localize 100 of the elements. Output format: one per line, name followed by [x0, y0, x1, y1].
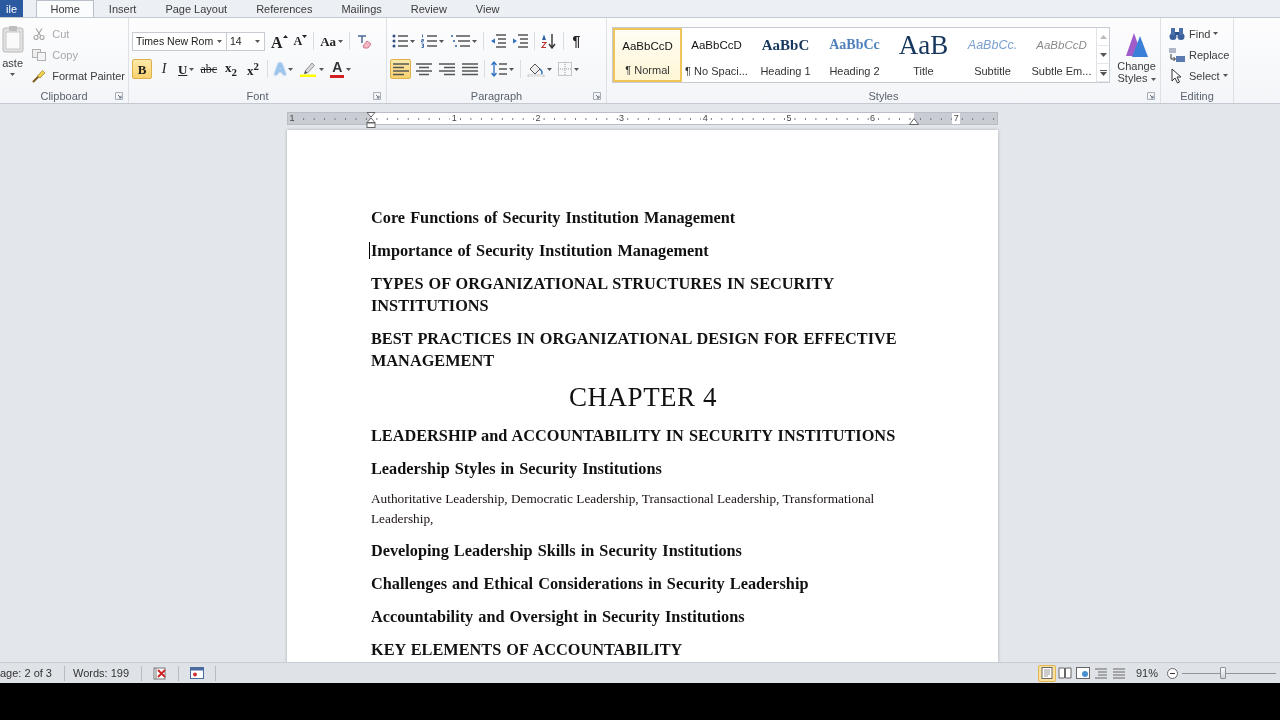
superscript-button[interactable]: x$^{2}$	[243, 59, 264, 79]
web-layout-icon	[1075, 667, 1090, 679]
increase-indent-button[interactable]	[510, 31, 530, 51]
caret-icon	[547, 67, 552, 71]
caret-icon	[288, 67, 294, 71]
ribbon-tab[interactable]: Review	[396, 0, 462, 17]
bold-button[interactable]: B	[132, 59, 152, 79]
heading-text: LEADERSHIP and ACCOUNTABILITY IN SECURITY INSTITUTIONS	[371, 425, 896, 447]
replace-icon	[1168, 47, 1185, 62]
style-option[interactable]: AaBbCcD ¶ No Spaci...	[682, 28, 751, 82]
heading-text: Core Functions of Security Institution Management	[371, 207, 736, 229]
style-option[interactable]: AaBbCcD Subtle Em...	[1027, 28, 1096, 82]
paint-bucket-icon	[527, 61, 545, 77]
dialog-launcher-icon	[1147, 91, 1155, 100]
bulleted-list-icon	[392, 34, 408, 48]
font-name-field[interactable]: Times New Rom	[132, 31, 227, 51]
ribbon-tab[interactable]: References	[241, 0, 327, 17]
font-size-field[interactable]: 14	[227, 31, 265, 51]
outline-icon	[1093, 667, 1108, 679]
view-button[interactable]	[1055, 664, 1074, 682]
highlighter-icon	[299, 61, 318, 77]
print-layout-icon	[1039, 667, 1054, 679]
chapter-title: CHAPTER 4	[569, 383, 717, 411]
underline-button[interactable]: U	[176, 59, 197, 79]
replace-button[interactable]: Replace	[1166, 44, 1233, 65]
caret-icon	[10, 73, 16, 76]
macro-recorder-icon	[190, 667, 205, 679]
borders-icon	[558, 62, 572, 76]
ribbon-tab[interactable]: Home	[36, 0, 95, 17]
view-button[interactable]	[1037, 664, 1056, 682]
caret-icon	[1150, 77, 1156, 81]
style-option[interactable]: AaBbCcD ¶ Normal	[613, 28, 682, 82]
zoom-slider-thumb[interactable]	[1220, 667, 1227, 679]
caret-icon	[217, 39, 222, 43]
heading-text: Leadership Styles in Security Institutions	[371, 458, 662, 480]
paintbrush-icon	[31, 68, 46, 83]
body-text: Authoritative Leadership, Democratic Leadership, Transactional Leadership, Transformational Leadership,	[371, 490, 876, 528]
caret-icon	[574, 67, 579, 71]
paste-button[interactable]: aste	[0, 18, 26, 88]
group-label: Styles	[868, 89, 899, 102]
ruler-number: 7	[952, 113, 961, 124]
binoculars-icon	[1168, 26, 1185, 41]
ribbon-tab[interactable]: Page Layout	[150, 0, 242, 17]
group-label: Editing	[1180, 89, 1214, 102]
ruler-number: 6	[868, 113, 877, 124]
ruler-number: 1	[450, 113, 459, 124]
scroll-up-icon	[1099, 35, 1107, 39]
find-button[interactable]: Find	[1166, 23, 1233, 44]
group-label: Clipboard	[40, 89, 88, 102]
word-count-text[interactable]: Words: 199	[73, 667, 134, 679]
caret-icon	[472, 39, 477, 43]
heading-text: Developing Leadership Skills in Security Institutions	[371, 540, 742, 562]
ribbon-tab[interactable]: Mailings	[326, 0, 397, 17]
ribbon-tab[interactable]: View	[461, 0, 514, 17]
heading-text: KEY ELEMENTS OF ACCOUNTABILITY	[371, 639, 683, 661]
page-number-text[interactable]: age: 2 of 3	[0, 667, 56, 679]
draft-icon	[1111, 667, 1126, 679]
font-color-button[interactable]: A	[328, 59, 354, 79]
ruler-number: 4	[701, 113, 710, 124]
line-spacing-button[interactable]	[489, 59, 516, 79]
pointer-icon	[1171, 67, 1182, 84]
zoom-out-icon	[1167, 667, 1178, 679]
open-book-icon	[1057, 667, 1072, 679]
format-painter-button[interactable]: Format Painter	[28, 65, 128, 86]
style-option[interactable]: AaBbCc Heading 2	[820, 28, 889, 82]
caret-icon	[189, 67, 195, 71]
style-option[interactable]: AaB Title	[889, 28, 958, 82]
change-case-button[interactable]: Aa	[318, 31, 346, 51]
heading-text: Accountability and Oversight in Security Institutions	[371, 606, 745, 628]
caret-icon	[319, 67, 325, 71]
dialog-launcher-icon	[373, 91, 381, 100]
change-styles-button[interactable]: Change Styles	[1113, 27, 1160, 88]
line-spacing-icon	[491, 61, 507, 77]
caret-icon	[346, 67, 352, 71]
zoom-level[interactable]: 91%	[1135, 667, 1158, 679]
shrink-font-button[interactable]: A	[291, 31, 310, 51]
sort-icon	[541, 33, 557, 49]
align-left-icon	[392, 62, 409, 76]
caret-icon	[255, 39, 260, 43]
grow-font-button[interactable]: A	[269, 31, 290, 51]
style-option[interactable]: AaBbC Heading 1	[751, 28, 820, 82]
justify-icon	[461, 62, 478, 76]
align-left-button[interactable]	[390, 59, 411, 79]
style-option[interactable]: AaBbCc. Subtitle	[958, 28, 1027, 82]
multilevel-list-icon	[450, 34, 470, 48]
heading-text: TYPES OF ORGANIZATIONAL STRUCTURES IN SECURITY INSTITUTIONS	[371, 273, 835, 317]
view-button[interactable]	[1073, 664, 1092, 682]
scroll-down-icon	[1099, 53, 1107, 57]
italic-button[interactable]: I	[154, 59, 174, 79]
dialog-launcher-icon	[593, 91, 601, 100]
show-marks-button[interactable]: ¶	[568, 31, 585, 51]
subscript-button[interactable]: x$_{2}$	[221, 59, 242, 79]
file-tab[interactable]: ile	[0, 0, 23, 17]
caret-icon	[509, 67, 514, 71]
strikethrough-button[interactable]: abc	[198, 59, 220, 79]
increase-indent-icon	[512, 34, 528, 48]
select-button[interactable]: Select	[1166, 65, 1233, 86]
copy-icon	[31, 48, 46, 61]
down-arrow-icon	[302, 35, 308, 38]
ribbon-tab[interactable]: Insert	[94, 0, 151, 17]
